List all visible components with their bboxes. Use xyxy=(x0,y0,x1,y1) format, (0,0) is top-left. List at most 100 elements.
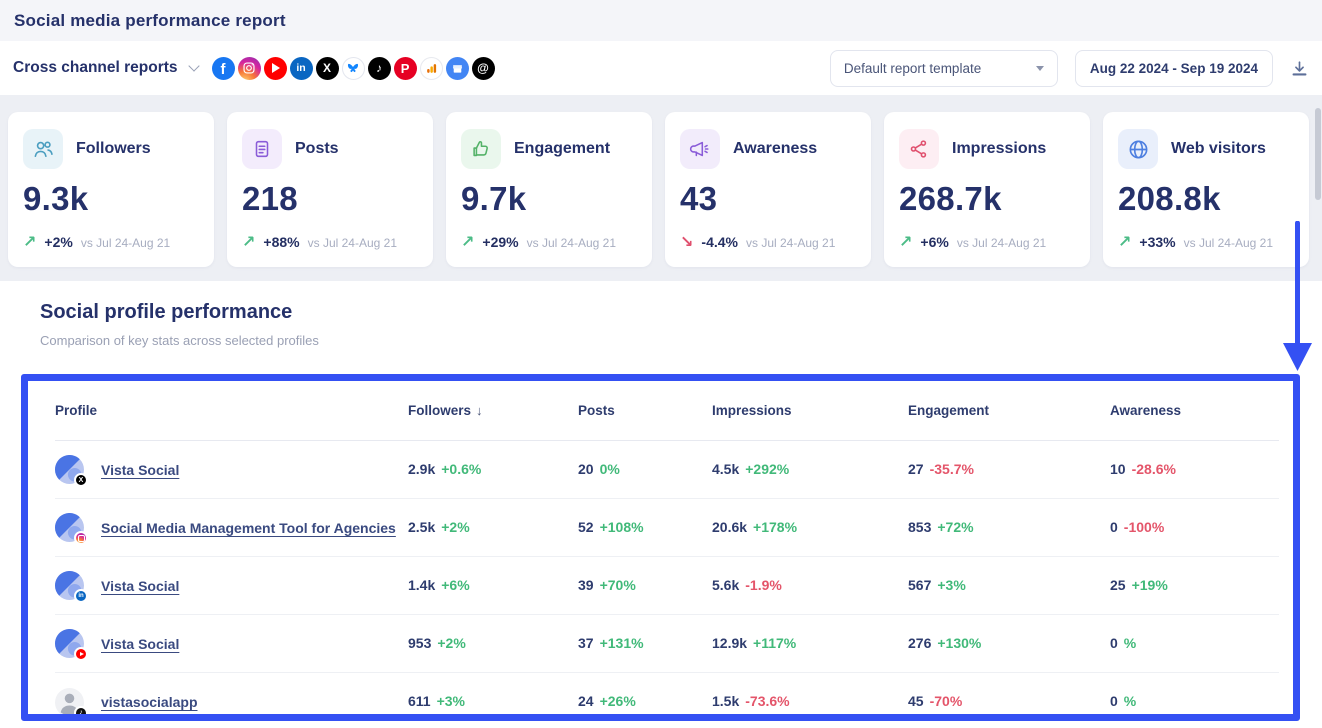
stat-value: 9.3k xyxy=(23,180,199,218)
profile-link[interactable]: Vista Social xyxy=(101,636,179,652)
google-business-profile-icon[interactable] xyxy=(446,57,469,80)
date-range-picker[interactable]: Aug 22 2024 - Sep 19 2024 xyxy=(1075,50,1273,87)
column-header-engagement[interactable]: Engagement xyxy=(908,403,1110,418)
column-header-impressions[interactable]: Impressions xyxy=(712,403,908,418)
stat-change: +29% xyxy=(482,234,518,250)
report-template-select[interactable]: Default report template xyxy=(830,50,1058,87)
stat-change: -4.4% xyxy=(701,234,738,250)
stat-change: +33% xyxy=(1139,234,1175,250)
stat-label: Impressions xyxy=(952,140,1046,158)
table-row: vistasocialapp 611+3% 24+26% 1.5k-73.6% … xyxy=(55,673,1279,721)
impressions-change: -73.6% xyxy=(745,693,789,709)
facebook-icon[interactable] xyxy=(212,57,235,80)
posts-change: +26% xyxy=(600,693,636,709)
stat-compare: vs Jul 24-Aug 21 xyxy=(81,236,170,250)
awareness-value: 0 xyxy=(1110,693,1118,709)
stat-cards: Followers 9.3k +2% vs Jul 24-Aug 21 Post… xyxy=(8,112,1309,267)
stat-label: Engagement xyxy=(514,140,610,158)
posts-change: +108% xyxy=(600,519,644,535)
column-header-awareness[interactable]: Awareness xyxy=(1110,403,1279,418)
scrollbar-thumb[interactable] xyxy=(1315,108,1321,200)
stat-change: +6% xyxy=(920,234,948,250)
trend-up-icon xyxy=(899,235,912,251)
stat-change: +88% xyxy=(263,234,299,250)
tiktok-icon[interactable] xyxy=(368,57,391,80)
table-row: Vista Social 1.4k+6% 39+70% 5.6k-1.9% 56… xyxy=(55,557,1279,615)
youtube-icon[interactable] xyxy=(264,57,287,80)
followers-value: 2.5k xyxy=(408,519,435,535)
profile-link[interactable]: Vista Social xyxy=(101,462,179,478)
google-analytics-icon[interactable] xyxy=(420,57,443,80)
impressions-change: -1.9% xyxy=(745,577,782,593)
tiktok-badge-icon xyxy=(74,706,88,720)
avatar xyxy=(55,629,84,658)
stat-card-awareness: Awareness 43 -4.4% vs Jul 24-Aug 21 xyxy=(665,112,871,267)
awareness-change: % xyxy=(1124,693,1136,709)
stat-value: 208.8k xyxy=(1118,180,1294,218)
download-icon[interactable] xyxy=(1290,59,1309,78)
x-twitter-icon[interactable] xyxy=(316,57,339,80)
engagement-change: +3% xyxy=(937,577,965,593)
megaphone-icon xyxy=(680,129,720,169)
threads-icon[interactable] xyxy=(472,57,495,80)
profile-link[interactable]: Social Media Management Tool for Agencie… xyxy=(101,520,396,536)
column-header-followers[interactable]: Followers↓ xyxy=(408,403,578,418)
stat-compare: vs Jul 24-Aug 21 xyxy=(1184,236,1273,250)
engagement-value: 276 xyxy=(908,635,931,651)
stat-card-posts: Posts 218 +88% vs Jul 24-Aug 21 xyxy=(227,112,433,267)
impressions-change: +117% xyxy=(753,635,796,651)
instagram-icon[interactable] xyxy=(238,57,261,80)
engagement-value: 27 xyxy=(908,461,924,477)
followers-value: 953 xyxy=(408,635,431,651)
impressions-value: 1.5k xyxy=(712,693,739,709)
caret-down-icon xyxy=(1036,66,1044,71)
followers-change: +3% xyxy=(437,693,465,709)
bluesky-icon[interactable] xyxy=(342,57,365,80)
cross-channel-reports-label[interactable]: Cross channel reports xyxy=(13,59,178,77)
stat-label: Awareness xyxy=(733,140,817,158)
thumbs-up-icon xyxy=(461,129,501,169)
section-title: Social profile performance xyxy=(40,301,1322,324)
stat-value: 9.7k xyxy=(461,180,637,218)
stat-value: 218 xyxy=(242,180,418,218)
engagement-change: -35.7% xyxy=(930,461,974,477)
trend-up-icon xyxy=(461,235,474,251)
profile-link[interactable]: Vista Social xyxy=(101,578,179,594)
linkedin-icon[interactable] xyxy=(290,57,313,80)
sort-desc-icon[interactable]: ↓ xyxy=(476,403,483,418)
awareness-value: 0 xyxy=(1110,519,1118,535)
awareness-change: -100% xyxy=(1124,519,1164,535)
impressions-value: 4.5k xyxy=(712,461,739,477)
posts-value: 37 xyxy=(578,635,594,651)
followers-value: 1.4k xyxy=(408,577,435,593)
toolbar-right: Default report template Aug 22 2024 - Se… xyxy=(830,50,1309,87)
followers-change: +6% xyxy=(441,577,469,593)
window-titlebar: Social media performance report xyxy=(0,0,1322,41)
trend-up-icon xyxy=(1118,235,1131,251)
report-toolbar: Cross channel reports Defau xyxy=(0,41,1322,95)
posts-value: 20 xyxy=(578,461,594,477)
followers-value: 2.9k xyxy=(408,461,435,477)
followers-icon xyxy=(23,129,63,169)
annotation-highlight-box: Profile Followers↓ Posts Impressions Eng… xyxy=(21,374,1300,721)
avatar xyxy=(55,688,84,717)
profile-link[interactable]: vistasocialapp xyxy=(101,694,198,710)
date-range-value: Aug 22 2024 - Sep 19 2024 xyxy=(1090,61,1258,76)
table-row: Social Media Management Tool for Agencie… xyxy=(55,499,1279,557)
awareness-change: +19% xyxy=(1132,577,1168,593)
engagement-change: -70% xyxy=(930,693,963,709)
chevron-down-icon[interactable] xyxy=(188,60,199,71)
stat-change: +2% xyxy=(44,234,72,250)
stat-card-engagement: Engagement 9.7k +29% vs Jul 24-Aug 21 xyxy=(446,112,652,267)
stat-label: Posts xyxy=(295,140,339,158)
globe-icon xyxy=(1118,129,1158,169)
column-header-posts[interactable]: Posts xyxy=(578,403,712,418)
pinterest-icon[interactable] xyxy=(394,57,417,80)
engagement-change: +130% xyxy=(937,635,981,651)
stat-card-impressions: Impressions 268.7k +6% vs Jul 24-Aug 21 xyxy=(884,112,1090,267)
column-header-profile[interactable]: Profile xyxy=(55,403,408,418)
followers-change: +0.6% xyxy=(441,461,481,477)
avatar xyxy=(55,571,84,600)
posts-change: +70% xyxy=(600,577,636,593)
linkedin-badge-icon xyxy=(74,589,88,603)
